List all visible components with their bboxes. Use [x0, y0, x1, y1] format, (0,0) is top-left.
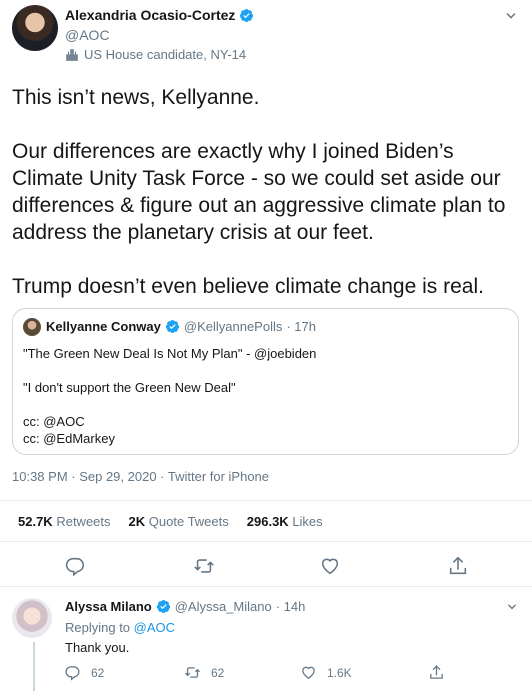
- author-handle[interactable]: @AOC: [65, 27, 110, 43]
- verified-icon: [156, 599, 170, 614]
- likes-label: Likes: [292, 514, 323, 529]
- verified-icon: [165, 319, 179, 334]
- retweet-icon: [184, 667, 201, 678]
- reply-retweet-count: 62: [211, 665, 225, 680]
- reply-retweet-button[interactable]: 62: [184, 664, 224, 681]
- candidate-label-text: US House candidate, NY-14: [84, 47, 247, 62]
- reply-author-avatar[interactable]: [12, 598, 52, 638]
- likes-stat[interactable]: 296.3K Likes: [247, 514, 323, 529]
- reply-like-count: 1.6K: [327, 665, 352, 680]
- retweets-count: 52.7K: [18, 514, 53, 529]
- likes-count: 296.3K: [246, 514, 289, 529]
- reply-actions: 62 62 1.6K: [0, 664, 532, 684]
- divider: [0, 586, 532, 587]
- author-name[interactable]: Alexandria Ocasio-Cortez: [65, 7, 235, 23]
- quoted-tweet-time: · 17h: [286, 319, 316, 334]
- replying-to-link[interactable]: @AOC: [134, 620, 175, 635]
- divider: [0, 541, 532, 542]
- tweet-paragraph: Our differences are exactly why I joined…: [12, 140, 506, 244]
- retweet-icon[interactable]: [193, 555, 215, 577]
- reply-reply-button[interactable]: 62: [64, 664, 104, 681]
- quoted-line: cc: @AOC: [23, 414, 85, 429]
- quoted-author-avatar: [23, 318, 41, 336]
- ballot-box-icon: [66, 48, 78, 61]
- tweet-text: This isn’t news, Kellyanne. Our differen…: [12, 84, 522, 327]
- tweet-timestamp[interactable]: 10:38 PM · Sep 29, 2020 · Twitter for iP…: [12, 469, 269, 484]
- tweet-actions: [0, 555, 532, 579]
- quoted-tweet[interactable]: Kellyanne Conway @KellyannePolls · 17h "…: [12, 308, 519, 455]
- like-icon: [302, 666, 315, 679]
- replying-prefix: Replying to: [65, 620, 131, 635]
- quoted-line: "I don't support the Green New Deal": [23, 380, 236, 395]
- retweets-label: Retweets: [56, 514, 111, 529]
- quoted-tweet-header: Kellyanne Conway @KellyannePolls · 17h: [46, 319, 316, 334]
- quoted-author-handle: @KellyannePolls: [183, 319, 283, 334]
- retweets-stat[interactable]: 52.7K Retweets: [18, 514, 111, 529]
- quotes-label: Quote Tweets: [148, 514, 229, 529]
- quoted-line: cc: @EdMarkey: [23, 431, 115, 446]
- replying-to: Replying to @AOC: [65, 620, 175, 635]
- tweet-paragraph: Trump doesn’t even believe climate chang…: [12, 275, 484, 298]
- candidate-label: US House candidate, NY-14: [65, 47, 246, 62]
- reply-icon[interactable]: [64, 555, 86, 577]
- reply-reply-count: 62: [91, 665, 105, 680]
- quoted-author-name: Kellyanne Conway: [46, 319, 161, 334]
- quotes-count: 2K: [128, 514, 146, 529]
- share-icon: [430, 665, 443, 679]
- verified-icon: [240, 8, 254, 22]
- reply-author-handle[interactable]: @Alyssa_Milano: [175, 599, 272, 614]
- chevron-down-icon[interactable]: [504, 599, 520, 615]
- reply-text: Thank you.: [65, 640, 130, 655]
- tweet-paragraph: This isn’t news, Kellyanne.: [12, 86, 260, 109]
- divider: [0, 500, 532, 501]
- quote-tweets-stat[interactable]: 2K Quote Tweets: [129, 514, 229, 529]
- author-name-row[interactable]: Alexandria Ocasio-Cortez: [65, 7, 254, 23]
- engagement-stats: 52.7K Retweets 2K Quote Tweets 296.3K Li…: [18, 514, 323, 529]
- reply-time[interactable]: · 14h: [276, 599, 306, 614]
- reply-like-button[interactable]: 1.6K: [300, 664, 352, 681]
- quoted-line: "The Green New Deal Is Not My Plan" - @j…: [23, 346, 317, 361]
- author-avatar[interactable]: [12, 5, 58, 51]
- reply-icon: [65, 666, 80, 681]
- chevron-down-icon[interactable]: [502, 7, 520, 25]
- share-icon[interactable]: [447, 555, 469, 577]
- reply-share-button[interactable]: [428, 664, 445, 681]
- like-icon[interactable]: [319, 555, 341, 577]
- quoted-tweet-text: "The Green New Deal Is Not My Plan" - @j…: [23, 345, 316, 447]
- reply-author-name[interactable]: Alyssa Milano: [65, 599, 152, 614]
- reply-header: Alyssa Milano @Alyssa_Milano · 14h: [65, 599, 305, 614]
